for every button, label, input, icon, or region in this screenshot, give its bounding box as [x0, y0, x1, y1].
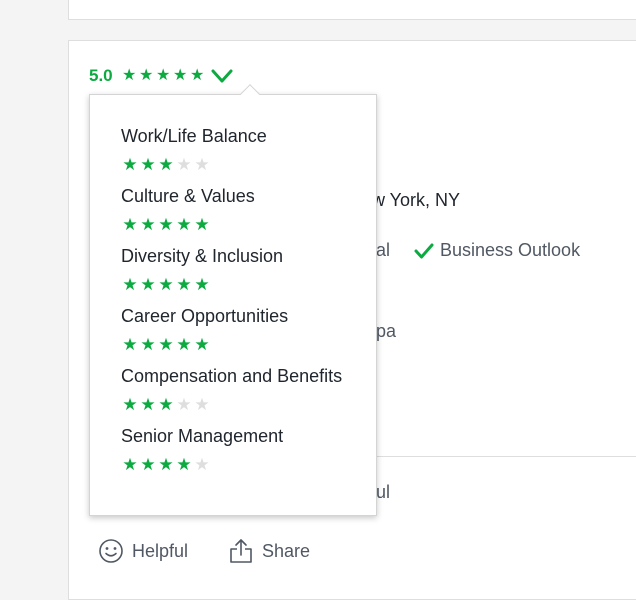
subrating-item: Culture & Values ★ ★ ★ ★ ★ [121, 184, 376, 244]
subrating-label: Career Opportunities [121, 306, 289, 326]
star-filled-icon: ★ [176, 335, 192, 354]
subrating-label: Senior Management [121, 426, 284, 446]
star-filled-icon: ★ [122, 155, 138, 174]
share-label: Share [262, 540, 311, 561]
subrating-stars: ★ ★ ★ ★ ★ [121, 336, 376, 353]
business-outlook-label: Business Outlook [440, 240, 581, 260]
star-filled-icon: ★ [140, 395, 156, 414]
star-filled-icon: ★ [176, 275, 192, 294]
star-filled-icon: ★ [138, 67, 154, 84]
review-text-partial: pa [376, 321, 397, 341]
overall-rating[interactable]: 5.0 ★ ★ ★ ★ ★ [89, 64, 234, 88]
subrating-label: Compensation and Benefits [121, 366, 343, 386]
star-filled-icon: ★ [122, 455, 138, 474]
subrating-item: Work/Life Balance ★ ★ ★ ★ ★ [121, 124, 376, 184]
overall-rating-stars: ★ ★ ★ ★ ★ [121, 68, 206, 84]
star-empty-icon: ★ [194, 155, 210, 174]
subrating-item: Career Opportunities ★ ★ ★ ★ ★ [121, 304, 376, 364]
star-empty-icon: ★ [194, 395, 210, 414]
subrating-stars: ★ ★ ★ ★ ★ [121, 216, 376, 233]
star-filled-icon: ★ [122, 215, 138, 234]
review-actions: Helpful Share [98, 538, 350, 564]
star-filled-icon: ★ [140, 455, 156, 474]
star-filled-icon: ★ [155, 67, 171, 84]
star-filled-icon: ★ [122, 335, 138, 354]
previous-review-card [68, 0, 636, 20]
star-filled-icon: ★ [140, 155, 156, 174]
star-filled-icon: ★ [172, 67, 188, 84]
subrating-label: Culture & Values [121, 186, 255, 206]
subrating-stars: ★ ★ ★ ★ ★ [121, 456, 376, 473]
star-filled-icon: ★ [176, 455, 192, 474]
star-filled-icon: ★ [158, 215, 174, 234]
business-outlook: Business Outlook [414, 240, 580, 261]
star-filled-icon: ★ [158, 395, 174, 414]
star-filled-icon: ★ [158, 155, 174, 174]
smile-icon [99, 539, 123, 563]
star-filled-icon: ★ [121, 67, 137, 84]
helpful-label: Helpful [132, 540, 189, 561]
subrating-item: Compensation and Benefits ★ ★ ★ ★ ★ [121, 364, 376, 424]
star-filled-icon: ★ [194, 275, 210, 294]
review-status-partial: al [376, 240, 391, 260]
star-filled-icon: ★ [140, 215, 156, 234]
subratings-popover: Work/Life Balance ★ ★ ★ ★ ★ Culture & Values ★ ★… [89, 84, 377, 516]
subrating-stars: ★ ★ ★ ★ ★ [121, 396, 376, 413]
chevron-down-icon[interactable] [210, 67, 234, 85]
star-filled-icon: ★ [176, 215, 192, 234]
subrating-item: Diversity & Inclusion ★ ★ ★ ★ ★ [121, 244, 376, 304]
star-filled-icon: ★ [122, 275, 138, 294]
review-location: w York, NY [372, 190, 461, 210]
star-empty-icon: ★ [176, 395, 192, 414]
share-button[interactable]: Share [228, 538, 310, 564]
review-text-partial-2: ul [376, 482, 391, 502]
share-icon [230, 539, 252, 563]
subrating-stars: ★ ★ ★ ★ ★ [121, 156, 376, 173]
star-filled-icon: ★ [158, 455, 174, 474]
star-empty-icon: ★ [194, 455, 210, 474]
overall-rating-value: 5.0 [89, 66, 113, 85]
star-filled-icon: ★ [194, 335, 210, 354]
star-filled-icon: ★ [189, 67, 205, 84]
star-filled-icon: ★ [158, 275, 174, 294]
divider [376, 456, 636, 457]
subrating-item: Senior Management ★ ★ ★ ★ ★ [121, 424, 376, 484]
subratings-list: Work/Life Balance ★ ★ ★ ★ ★ Culture & Values ★ ★… [121, 124, 376, 484]
star-filled-icon: ★ [158, 335, 174, 354]
star-filled-icon: ★ [140, 335, 156, 354]
subrating-stars: ★ ★ ★ ★ ★ [121, 276, 376, 293]
subrating-label: Diversity & Inclusion [121, 246, 284, 266]
star-empty-icon: ★ [176, 155, 192, 174]
subrating-label: Work/Life Balance [121, 126, 267, 146]
star-filled-icon: ★ [122, 395, 138, 414]
star-filled-icon: ★ [140, 275, 156, 294]
helpful-button[interactable]: Helpful [98, 538, 188, 564]
check-icon [414, 243, 434, 258]
star-filled-icon: ★ [194, 215, 210, 234]
